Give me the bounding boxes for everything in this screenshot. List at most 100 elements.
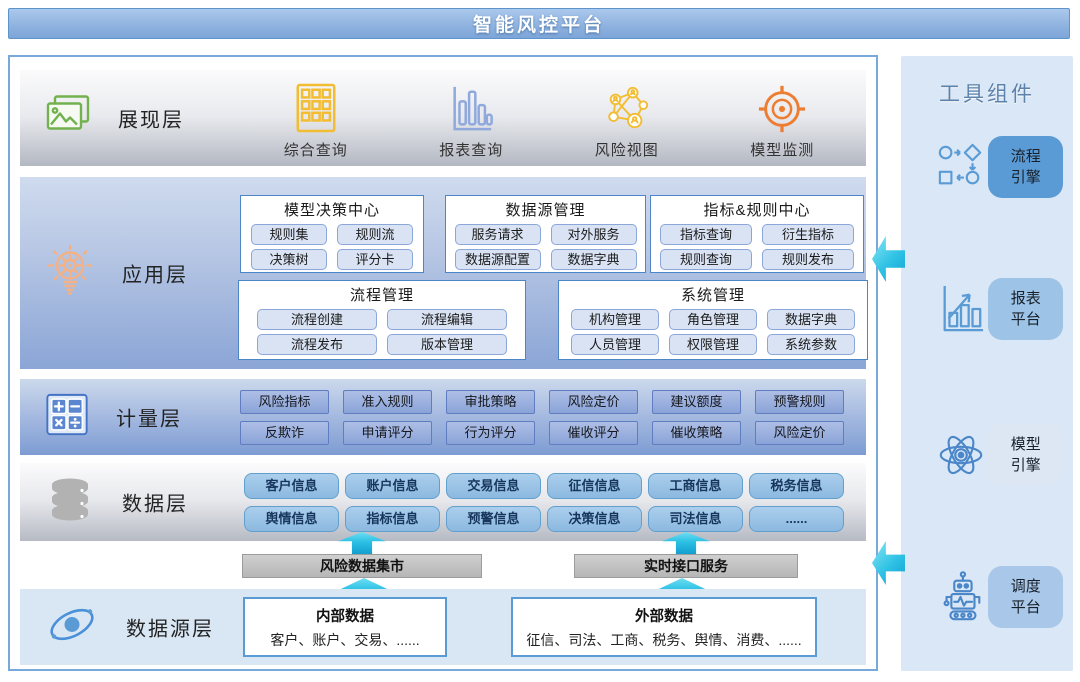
risk-data-mart-bar: 风险数据集市: [242, 554, 482, 578]
group-model-decision-center: 模型决策中心 规则集 规则流 决策树 评分卡: [240, 195, 424, 273]
measure-chip: 申请评分: [343, 421, 432, 445]
measure-chip: 反欺诈: [240, 421, 329, 445]
tools-sidebar: 工具组件 流程引擎: [901, 56, 1073, 671]
data-chip: 税务信息: [749, 473, 844, 499]
data-chip: 交易信息: [446, 473, 541, 499]
measure-chip: 催收策略: [652, 421, 741, 445]
feature-risk-view: 风险视图: [595, 76, 659, 160]
datasource-layer-head: 数据源层: [44, 600, 214, 655]
app-chip: 指标查询: [660, 224, 752, 245]
measure-chip: 行为评分: [446, 421, 535, 445]
tool-scheduling-platform: 调度平台: [901, 564, 1073, 630]
robot-icon: [933, 570, 988, 624]
app-chip: 系统参数: [767, 334, 855, 355]
database-icon: [44, 477, 96, 528]
data-chips: 客户信息 账户信息 交易信息 征信信息 工商信息 税务信息 舆情信息 指标信息 …: [244, 463, 844, 532]
data-layer-section: 数据层 客户信息 账户信息 交易信息 征信信息 工商信息 税务信息 舆情信息 指…: [20, 463, 866, 541]
risk-platform-diagram: 智能风控平台 展现层: [0, 0, 1080, 682]
measure-chip: 风险定价: [755, 421, 844, 445]
external-data-box: 外部数据 征信、司法、工商、税务、舆情、消费、......: [511, 597, 817, 657]
model-engine-button: 模型引擎: [988, 424, 1063, 486]
app-chip: 流程创建: [257, 309, 377, 330]
feature-model-monitor: 模型监测: [750, 76, 814, 160]
presentation-layer-head: 展现层: [44, 94, 184, 143]
group-title: 系统管理: [559, 284, 867, 305]
galaxy-icon: [44, 600, 100, 655]
feature-label: 风险视图: [595, 139, 659, 160]
architecture-panel: 展现层 综合查询: [8, 55, 878, 671]
calculator-icon: [44, 392, 90, 443]
data-chip: 工商信息: [648, 473, 743, 499]
app-chip: 角色管理: [669, 309, 757, 330]
measure-chip: 审批策略: [446, 390, 535, 414]
measure-chip: 风险定价: [549, 390, 638, 414]
measurement-chips: 风险指标 准入规则 审批策略 风险定价 建议额度 预警规则 反欺诈 申请评分 行…: [240, 379, 844, 445]
report-chart-icon: [933, 284, 988, 334]
app-chip: 规则流: [337, 224, 413, 245]
group-process-management: 流程管理 流程创建 流程编辑 流程发布 版本管理: [238, 280, 526, 360]
app-chip: 机构管理: [571, 309, 659, 330]
group-datasource-management: 数据源管理 服务请求 对外服务 数据源配置 数据字典: [445, 195, 646, 273]
measurement-layer-section: 计量层 风险指标 准入规则 审批策略 风险定价 建议额度 预警规则 反欺诈 申请…: [20, 379, 866, 455]
data-chip: 账户信息: [345, 473, 440, 499]
flowchart-icon: [933, 143, 988, 191]
app-chip: 规则查询: [660, 249, 752, 270]
measure-chip: 风险指标: [240, 390, 329, 414]
measure-chip: 催收评分: [549, 421, 638, 445]
app-chip: 决策树: [251, 249, 327, 270]
external-data-title: 外部数据: [513, 605, 815, 626]
group-title: 流程管理: [239, 284, 525, 305]
data-chip: 预警信息: [446, 506, 541, 532]
pictures-icon: [44, 94, 92, 143]
bar-chart-icon: [447, 76, 495, 134]
data-layer-label: 数据层: [122, 488, 188, 517]
app-chip: 规则发布: [762, 249, 854, 270]
process-engine-button: 流程引擎: [988, 136, 1063, 198]
feature-label: 模型监测: [750, 139, 814, 160]
group-title: 模型决策中心: [241, 199, 423, 220]
realtime-api-bar: 实时接口服务: [574, 554, 798, 578]
tool-model-engine: 模型引擎: [901, 422, 1073, 488]
measurement-layer-label: 计量层: [116, 403, 182, 432]
app-chip: 流程编辑: [387, 309, 507, 330]
feature-comprehensive-query: 综合查询: [284, 76, 348, 160]
tool-report-platform: 报表平台: [901, 276, 1073, 342]
platform-title-banner: 智能风控平台: [8, 8, 1070, 39]
app-chip: 服务请求: [455, 224, 541, 245]
app-chip: 人员管理: [571, 334, 659, 355]
report-platform-button: 报表平台: [988, 278, 1063, 340]
feature-label: 综合查询: [284, 139, 348, 160]
measure-chip: 建议额度: [652, 390, 741, 414]
app-chip: 规则集: [251, 224, 327, 245]
presentation-layer-label: 展现层: [118, 104, 184, 133]
tools-sidebar-title: 工具组件: [901, 78, 1073, 108]
data-layer-head: 数据层: [44, 477, 188, 528]
internal-data-title: 内部数据: [245, 605, 445, 626]
data-chip: 决策信息: [547, 506, 642, 532]
atom-icon: [933, 429, 988, 481]
risk-network-icon: [600, 76, 654, 134]
data-chip: 指标信息: [345, 506, 440, 532]
presentation-features: 综合查询 报表查询: [238, 70, 860, 166]
app-chip: 对外服务: [551, 224, 637, 245]
group-title: 数据源管理: [446, 199, 645, 220]
presentation-layer-section: 展现层 综合查询: [20, 70, 866, 166]
app-chip: 流程发布: [257, 334, 377, 355]
platform-title: 智能风控平台: [473, 10, 605, 37]
internal-data-box: 内部数据 客户、账户、交易、......: [243, 597, 447, 657]
app-chip: 权限管理: [669, 334, 757, 355]
measure-chip: 预警规则: [755, 390, 844, 414]
app-chip: 评分卡: [337, 249, 413, 270]
app-chip: 衍生指标: [762, 224, 854, 245]
tool-process-engine: 流程引擎: [901, 134, 1073, 200]
internal-data-desc: 客户、账户、交易、......: [245, 630, 445, 650]
data-chip: 司法信息: [648, 506, 743, 532]
external-data-desc: 征信、司法、工商、税务、舆情、消费、......: [513, 630, 815, 650]
data-chip: 舆情信息: [244, 506, 339, 532]
datasource-layer-label: 数据源层: [126, 613, 214, 642]
group-title: 指标&规则中心: [651, 199, 863, 220]
grid-icon: [292, 76, 340, 134]
application-layer-label: 应用层: [122, 259, 188, 288]
application-layer-section: 应用层 模型决策中心 规则集 规则流 决策树 评分卡 数据源管理 服务请求 对外…: [20, 177, 866, 369]
lightbulb-gear-icon: [44, 243, 96, 304]
